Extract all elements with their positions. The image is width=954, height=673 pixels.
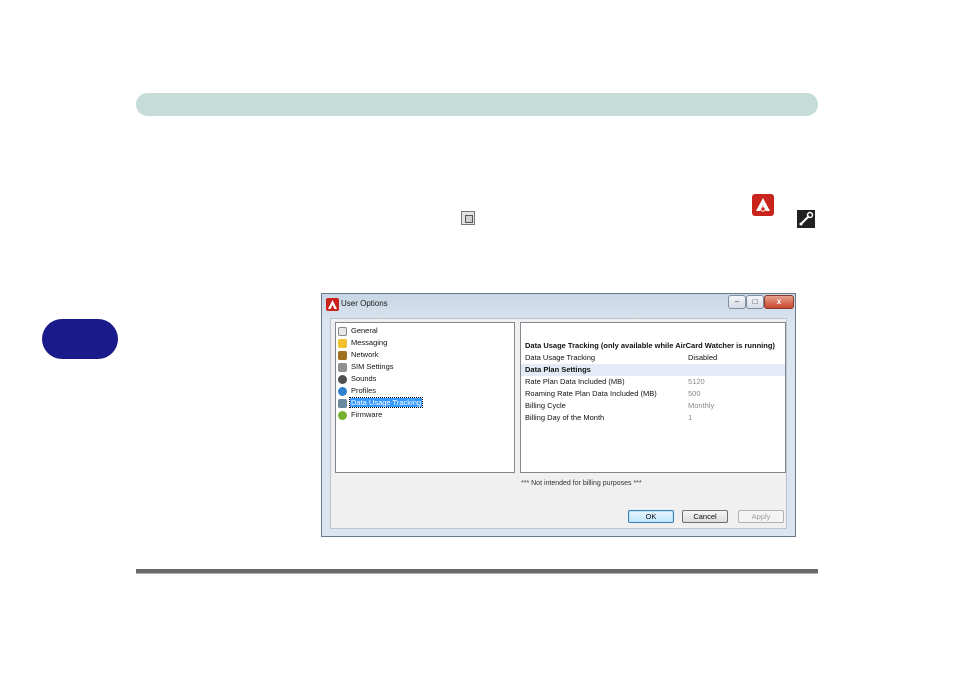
tree-item-general[interactable]: General [338,325,379,337]
setting-row-billing-cycle[interactable]: Billing Cycle Monthly [521,400,785,412]
wrench-icon [797,210,815,228]
ok-button[interactable]: OK [628,510,674,523]
firmware-icon [338,410,347,420]
close-button[interactable]: x [764,295,794,309]
chapter-tab [42,319,118,359]
setting-value[interactable]: Monthly [688,400,714,412]
settings-header: Data Usage Tracking (only available whil… [525,341,775,350]
setting-row-roaming-rate-plan[interactable]: Roaming Rate Plan Data Included (MB) 500 [521,388,785,400]
tree-item-label: Profiles [351,386,377,396]
setting-value[interactable]: 5120 [688,376,705,388]
maximize-button[interactable]: □ [746,295,764,309]
settings-grid: Data Usage Tracking (only available whil… [520,322,786,473]
tree-item-label: Sounds [351,374,377,384]
setting-row-rate-plan[interactable]: Rate Plan Data Included (MB) 5120 [521,376,785,388]
billing-disclaimer: *** Not intended for billing purposes **… [521,480,642,487]
user-options-dialog: User Options – □ x General Messaging Net… [321,293,796,537]
setting-value[interactable]: 1 [688,412,692,424]
dialog-title: User Options [341,299,388,308]
sounds-icon [338,374,347,384]
aircard-app-icon [326,298,339,311]
tree-item-data-usage-tracking[interactable]: Data Usage Tracking [338,397,424,409]
options-tree[interactable]: General Messaging Network SIM Settings S… [335,322,515,473]
minimize-button[interactable]: – [728,295,746,309]
footer-rule [136,569,818,574]
tree-item-label: Firmware [351,410,383,420]
profiles-icon [338,386,347,396]
tree-item-profiles[interactable]: Profiles [338,385,377,397]
apply-button[interactable]: Apply [738,510,784,523]
setting-label: Data Usage Tracking [525,353,596,362]
data-usage-icon [338,398,347,408]
tree-item-messaging[interactable]: Messaging [338,337,388,349]
cancel-button[interactable]: Cancel [682,510,728,523]
menu-button-icon [461,211,475,225]
settings-header-row: Data Usage Tracking (only available whil… [521,340,785,352]
setting-label: Billing Day of the Month [525,413,605,422]
page-header-bar [136,93,818,116]
setting-value[interactable]: Disabled [688,352,717,364]
messaging-icon [338,338,347,348]
setting-label: Billing Cycle [525,401,566,410]
tree-item-sim-settings[interactable]: SIM Settings [338,361,395,373]
tree-item-network[interactable]: Network [338,349,380,361]
setting-label: Roaming Rate Plan Data Included (MB) [525,389,657,398]
tree-item-sounds[interactable]: Sounds [338,373,377,385]
tree-item-firmware[interactable]: Firmware [338,409,383,421]
section-title: Data Plan Settings [525,365,591,374]
setting-value[interactable]: 500 [688,388,701,400]
tree-item-label: Data Usage Tracking [348,397,424,409]
section-row-data-plan: Data Plan Settings [521,364,785,376]
network-icon [338,350,347,360]
setting-row-data-usage-tracking[interactable]: Data Usage Tracking Disabled [521,352,785,364]
setting-label: Rate Plan Data Included (MB) [525,377,625,386]
dialog-client-area: General Messaging Network SIM Settings S… [330,318,787,529]
title-bar[interactable]: User Options – □ x [322,294,795,316]
tree-item-label: Messaging [351,338,388,348]
aircard-watcher-icon [752,194,774,216]
general-icon [338,326,347,336]
tree-item-label: SIM Settings [351,362,394,372]
tree-item-label: General [351,326,378,336]
tree-item-label: Network [351,350,379,360]
sim-settings-icon [338,362,347,372]
setting-row-billing-day[interactable]: Billing Day of the Month 1 [521,412,785,424]
